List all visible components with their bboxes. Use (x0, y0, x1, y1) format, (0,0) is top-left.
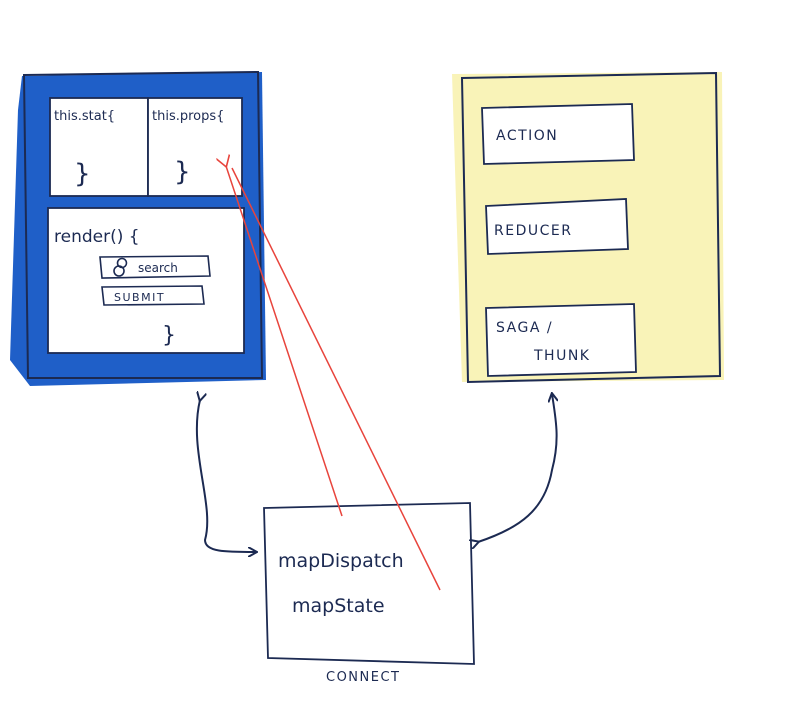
render-label: render() { (54, 227, 140, 247)
reducer-box: REDUCER (485, 198, 629, 255)
component-connect-arrow (195, 400, 256, 552)
submit-label: SUBMIT (114, 291, 165, 304)
saga-thunk-box: SAGA / THUNK (485, 303, 637, 377)
reducer-label: REDUCER (494, 223, 572, 239)
state-close-brace: } (74, 159, 91, 189)
submit-button[interactable]: SUBMIT (101, 285, 205, 306)
props-close-brace: } (174, 157, 191, 187)
search-placeholder: search (138, 261, 178, 275)
component-box: this.stat{ } this.props{ } render() { se… (10, 70, 266, 386)
render-close-brace: } (162, 323, 176, 348)
search-field[interactable]: search (99, 255, 211, 279)
store-box: ACTION REDUCER SAGA / THUNK (452, 71, 724, 384)
map-state-label: mapState (292, 595, 385, 617)
saga-label-line1: SAGA / (496, 320, 553, 336)
action-box: ACTION (481, 103, 635, 165)
connect-caption: CONNECT (326, 670, 401, 685)
component-inner-panel (47, 97, 245, 354)
map-dispatch-label: mapDispatch (278, 550, 404, 572)
props-label: this.props{ (152, 109, 224, 124)
connect-box: mapDispatch mapState CONNECT (263, 502, 475, 685)
state-label: this.stat{ (54, 109, 115, 124)
redux-diagram: this.stat{ } this.props{ } render() { se… (10, 70, 724, 685)
saga-label-line2: THUNK (533, 348, 590, 364)
action-label: ACTION (496, 128, 558, 144)
store-connect-arrow (478, 394, 557, 542)
